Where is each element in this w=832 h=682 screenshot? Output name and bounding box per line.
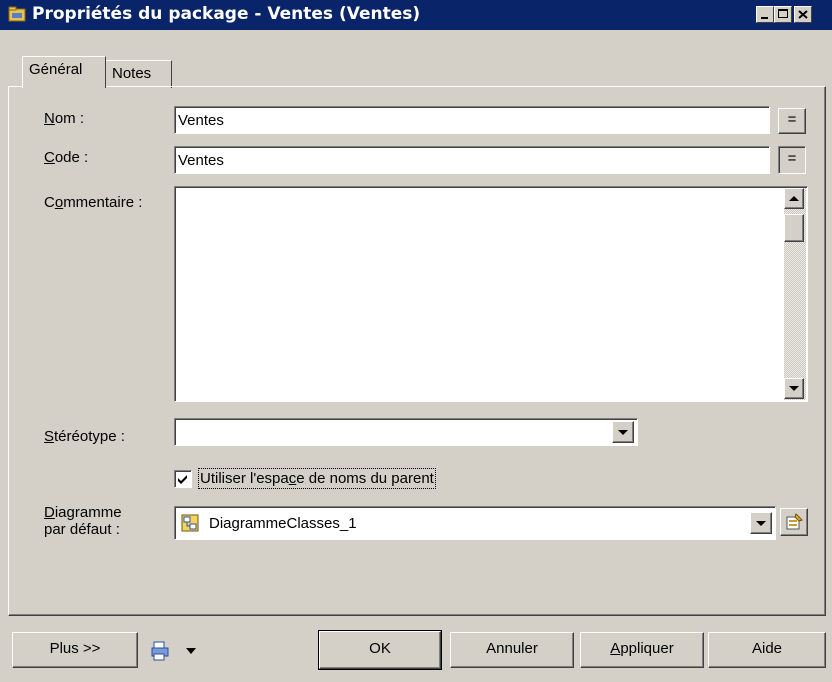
printer-icon	[151, 641, 169, 661]
default-diagram-label: Diagramme par défaut :	[44, 504, 122, 538]
name-label: Nom :	[44, 110, 85, 127]
scroll-up-button[interactable]	[784, 188, 804, 209]
maximize-button[interactable]	[774, 6, 792, 23]
minimize-button[interactable]	[756, 6, 774, 23]
print-menu-button[interactable]	[150, 640, 174, 662]
arrow-down-icon	[789, 386, 799, 391]
help-button[interactable]: Aide	[708, 632, 826, 668]
close-icon	[798, 10, 808, 19]
use-parent-namespace-label[interactable]: Utiliser l'espace de noms du parent	[198, 468, 436, 489]
chevron-down-icon	[756, 521, 766, 526]
stereotype-dropdown-button[interactable]	[612, 421, 634, 443]
properties-icon	[786, 513, 803, 530]
chevron-down-icon	[618, 430, 628, 435]
more-button[interactable]: Plus >>	[12, 632, 138, 668]
tab-notes-label: Notes	[112, 65, 152, 82]
arrow-up-icon	[789, 196, 799, 201]
diagram-properties-button[interactable]	[780, 508, 808, 536]
close-button[interactable]	[794, 6, 812, 23]
cancel-button[interactable]: Annuler	[450, 632, 574, 668]
stereotype-label: Stéréotype :	[44, 428, 125, 445]
scroll-down-button[interactable]	[784, 378, 804, 399]
ok-button[interactable]: OK	[319, 631, 441, 669]
title-bar[interactable]: Propriétés du package - Ventes (Ventes)	[0, 0, 832, 30]
tab-general-label: Général	[29, 61, 83, 78]
apply-button[interactable]: Appliquer	[580, 632, 704, 668]
chevron-down-icon[interactable]	[186, 648, 196, 654]
code-sync-button[interactable]: =	[778, 146, 806, 174]
maximize-icon	[778, 9, 788, 18]
window-title: Propriétés du package - Ventes (Ventes)	[32, 4, 421, 24]
name-field[interactable]: Ventes	[174, 106, 770, 134]
default-diagram-value: DiagrammeClasses_1	[209, 515, 357, 532]
minimize-icon	[761, 17, 768, 19]
use-parent-namespace-checkbox[interactable]	[174, 470, 192, 488]
code-label: Code :	[44, 149, 89, 166]
comment-textarea[interactable]	[174, 186, 808, 402]
package-icon	[8, 6, 26, 22]
default-diagram-dropdown-button[interactable]	[750, 512, 772, 534]
comment-label: Commentaire :	[44, 194, 143, 211]
tab-general[interactable]: Général	[22, 56, 106, 88]
class-diagram-icon	[181, 514, 199, 532]
tab-notes[interactable]: Notes	[106, 60, 172, 88]
code-field[interactable]: Ventes	[174, 146, 770, 174]
checkmark-icon	[178, 475, 187, 484]
scroll-thumb[interactable]	[784, 214, 804, 242]
name-default-button[interactable]: =	[778, 108, 806, 134]
default-diagram-combo[interactable]: DiagrammeClasses_1	[174, 506, 776, 540]
stereotype-combo[interactable]	[174, 418, 638, 446]
